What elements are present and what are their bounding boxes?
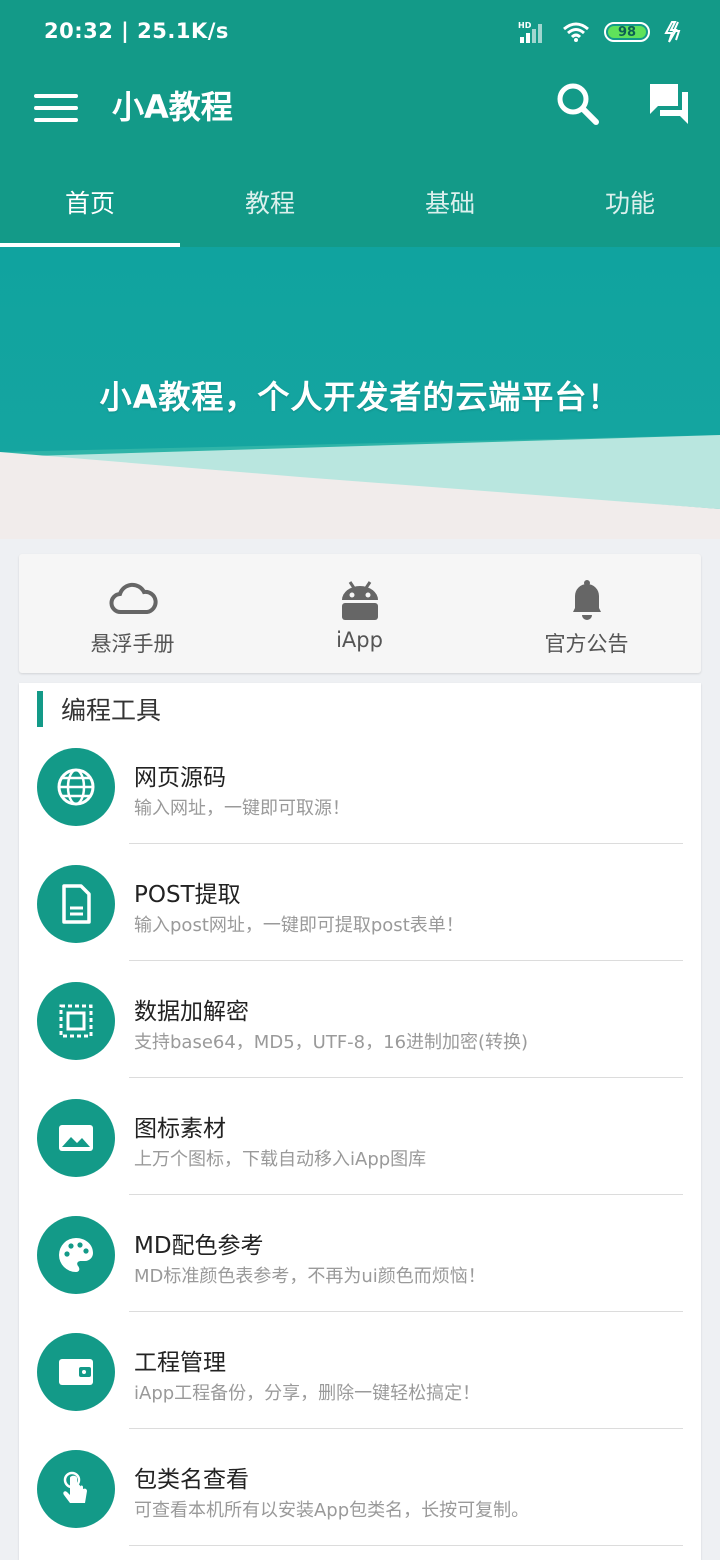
status-icons: HD 98 <box>518 20 684 44</box>
tool-subtitle: 上万个图标，下载自动移入iApp图库 <box>134 1149 427 1170</box>
tool-subtitle: 可查看本机所有以安装App包类名，长按可复制。 <box>134 1500 530 1521</box>
chip-icon <box>37 982 115 1060</box>
touch-icon <box>37 1450 115 1528</box>
quick-label: 官方公告 <box>544 632 629 656</box>
banner[interactable]: 小A教程，个人开发者的云端平台！ <box>0 247 720 539</box>
divider <box>129 1545 683 1546</box>
tool-subtitle: 输入网址，一键即可取源！ <box>134 798 350 819</box>
status-bar: 20:32 | 25.1K/s HD 98 <box>0 0 720 66</box>
tab-home[interactable]: 首页 <box>0 156 180 247</box>
tool-title: 图标素材 <box>134 1116 226 1142</box>
chat-bubbles-icon[interactable] <box>644 78 696 130</box>
app-title: 小A教程 <box>112 88 233 126</box>
tool-item-package-viewer[interactable]: 包类名查看 可查看本机所有以安装App包类名，长按可复制。 <box>19 1450 701 1560</box>
section-title: 编程工具 <box>61 696 162 725</box>
tool-title: 工程管理 <box>134 1350 226 1376</box>
tool-item-icon-assets[interactable]: 图标素材 上万个图标，下载自动移入iApp图库 <box>19 1099 701 1216</box>
quick-item-announcement[interactable]: 官方公告 <box>473 554 700 673</box>
quick-menu: 悬浮手册 iApp 官方公告 <box>19 554 701 673</box>
tool-item-md-colors[interactable]: MD配色参考 MD标准颜色表参考，不再为ui颜色而烦恼！ <box>19 1216 701 1333</box>
hamburger-menu-icon[interactable] <box>28 80 84 136</box>
section-header: 编程工具 <box>37 691 161 727</box>
document-icon <box>37 865 115 943</box>
cloud-icon <box>109 582 158 614</box>
bell-icon <box>572 580 601 620</box>
tool-title: POST提取 <box>134 882 241 908</box>
tool-subtitle: 输入post网址，一键即可提取post表单！ <box>134 915 464 936</box>
quick-item-floating-manual[interactable]: 悬浮手册 <box>19 554 246 673</box>
tool-title: 包类名查看 <box>134 1467 249 1493</box>
top-header: 20:32 | 25.1K/s HD 98 小A教程 首页 教程 基础 功能 <box>0 0 720 247</box>
tool-title: 网页源码 <box>134 765 226 791</box>
charging-icon <box>664 21 681 43</box>
divider <box>129 1428 683 1429</box>
tool-subtitle: 支持base64，MD5，UTF-8，16进制加密(转换) <box>134 1032 529 1053</box>
tab-functions[interactable]: 功能 <box>540 156 720 247</box>
divider <box>129 1077 683 1078</box>
battery-icon: 98 <box>604 22 650 42</box>
wifi-icon <box>563 22 589 42</box>
quick-label: iApp <box>336 628 383 652</box>
tool-subtitle: MD标准颜色表参考，不再为ui颜色而烦恼！ <box>134 1266 486 1287</box>
divider <box>129 1311 683 1312</box>
tool-subtitle: iApp工程备份，分享，删除一键轻松搞定！ <box>134 1383 481 1404</box>
tool-title: MD配色参考 <box>134 1233 264 1259</box>
tool-item-post-extract[interactable]: POST提取 输入post网址，一键即可提取post表单！ <box>19 865 701 982</box>
quick-label: 悬浮手册 <box>90 632 175 656</box>
search-icon[interactable] <box>552 78 604 130</box>
tool-item-web-source[interactable]: 网页源码 输入网址，一键即可取源！ <box>19 748 701 865</box>
divider <box>129 960 683 961</box>
tool-item-data-encrypt[interactable]: 数据加解密 支持base64，MD5，UTF-8，16进制加密(转换) <box>19 982 701 1099</box>
image-icon <box>37 1099 115 1177</box>
tool-item-project-manage[interactable]: 工程管理 iApp工程备份，分享，删除一键轻松搞定！ <box>19 1333 701 1450</box>
banner-slogan: 小A教程，个人开发者的云端平台！ <box>99 378 621 416</box>
network-type: HD <box>518 21 532 30</box>
signal-icon: HD <box>518 21 542 43</box>
tool-title: 数据加解密 <box>134 999 249 1025</box>
status-time: 20:32 | 25.1K/s <box>44 19 229 43</box>
tab-tutorial[interactable]: 教程 <box>180 156 360 247</box>
divider <box>129 1194 683 1195</box>
app-bar: 小A教程 <box>0 66 720 156</box>
wallet-icon <box>37 1333 115 1411</box>
divider <box>129 843 683 844</box>
palette-icon <box>37 1216 115 1294</box>
programming-tools-card: 编程工具 网页源码 输入网址，一键即可取源！ POST提取 输入post网址，一… <box>19 683 701 1560</box>
battery-level: 98 <box>617 24 637 40</box>
tab-basics[interactable]: 基础 <box>360 156 540 247</box>
section-accent-bar <box>37 691 43 727</box>
tab-bar: 首页 教程 基础 功能 <box>0 156 720 247</box>
quick-item-iapp[interactable]: iApp <box>246 554 473 673</box>
globe-icon <box>37 748 115 826</box>
android-icon <box>341 581 378 620</box>
